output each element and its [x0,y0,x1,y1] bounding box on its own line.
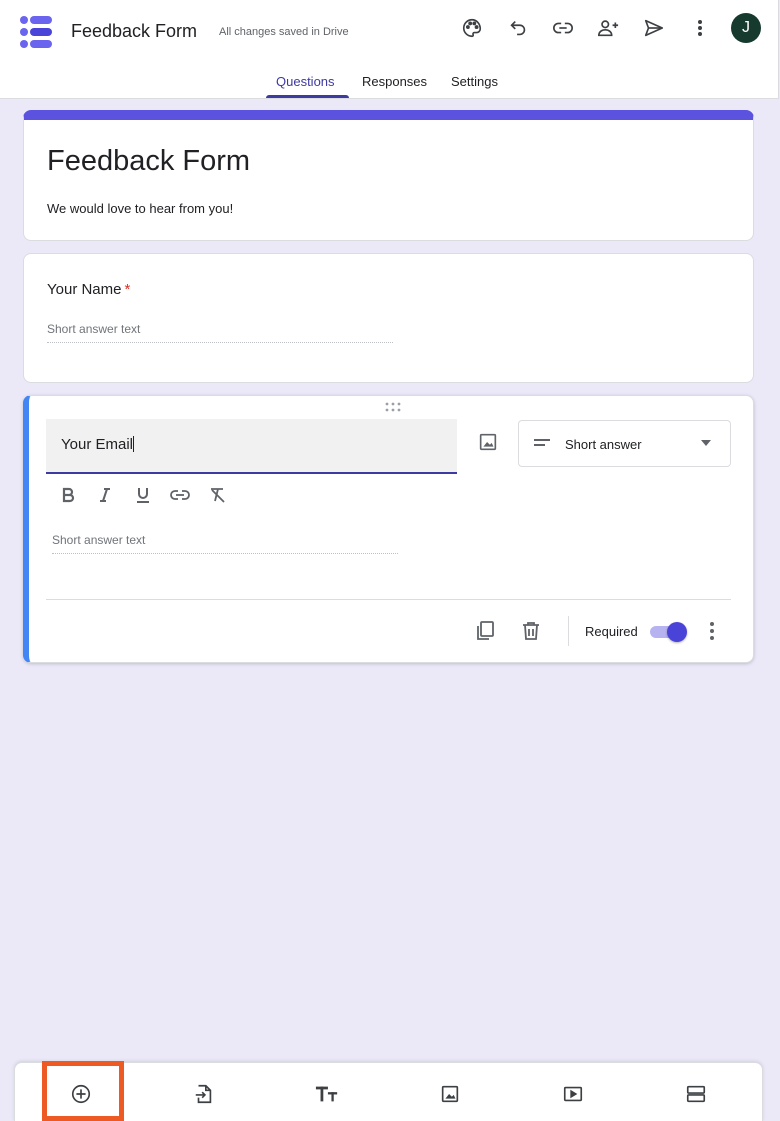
form-title[interactable]: Feedback Form [47,145,250,178]
palette-icon[interactable] [460,16,484,40]
tab-questions[interactable]: Questions [276,74,335,89]
import-questions-icon[interactable] [192,1082,216,1106]
question-toolbar [14,1062,763,1121]
link-icon[interactable] [551,16,575,40]
short-answer-placeholder: Short answer text [52,533,398,554]
question-type-dropdown[interactable]: Short answer [518,420,731,467]
short-text-icon [534,439,550,446]
tab-bar: Questions Responses Settings [0,74,779,98]
question-card-name[interactable]: Your Name * Short answer text [23,253,754,383]
toggle-knob [667,622,687,642]
divider [46,599,731,600]
undo-icon[interactable] [506,16,530,40]
question-title-value: Your Email [61,436,133,453]
add-image-icon[interactable] [438,1082,462,1106]
avatar[interactable]: J [731,13,761,43]
question-card-email[interactable]: Your Email Short answer Short answer tex… [23,395,754,663]
question-type-label: Short answer [565,437,642,452]
add-question-icon[interactable] [69,1082,93,1106]
insert-link-icon[interactable] [169,484,191,506]
save-status: All changes saved in Drive [219,26,349,38]
bold-icon[interactable] [57,484,79,506]
form-description[interactable]: We would love to hear from you! [47,201,233,216]
add-section-icon[interactable] [684,1082,708,1106]
add-image-icon[interactable] [477,431,499,453]
add-title-icon[interactable] [315,1082,339,1106]
required-label: Required [585,624,638,639]
app-title[interactable]: Feedback Form [71,21,197,42]
required-toggle[interactable] [650,622,687,642]
text-cursor [132,436,134,452]
duplicate-icon[interactable] [473,619,497,643]
add-video-icon[interactable] [561,1082,585,1106]
more-options-icon[interactable] [700,619,724,643]
add-collaborator-icon[interactable] [596,16,620,40]
forms-logo-icon[interactable] [19,15,53,49]
underline-icon[interactable] [132,484,154,506]
required-asterisk: * [124,281,131,298]
app-header: Feedback Form All changes saved in Drive [0,0,779,99]
italic-icon[interactable] [94,484,116,506]
question-title-input[interactable]: Your Email [46,419,457,474]
send-icon[interactable] [642,16,666,40]
clear-formatting-icon[interactable] [207,484,229,506]
active-tab-indicator [266,95,349,98]
short-answer-placeholder: Short answer text [47,322,393,343]
more-vert-icon[interactable] [688,16,712,40]
form-title-card[interactable]: Feedback Form We would love to hear from… [23,110,754,241]
question-title: Your Name * [47,281,130,298]
question-title-text: Your Name [47,281,122,298]
tab-responses[interactable]: Responses [362,74,427,89]
tab-settings[interactable]: Settings [451,74,498,89]
drag-handle-icon[interactable] [385,402,401,412]
divider [568,616,569,646]
delete-icon[interactable] [519,619,543,643]
dropdown-arrow-icon [701,440,711,446]
